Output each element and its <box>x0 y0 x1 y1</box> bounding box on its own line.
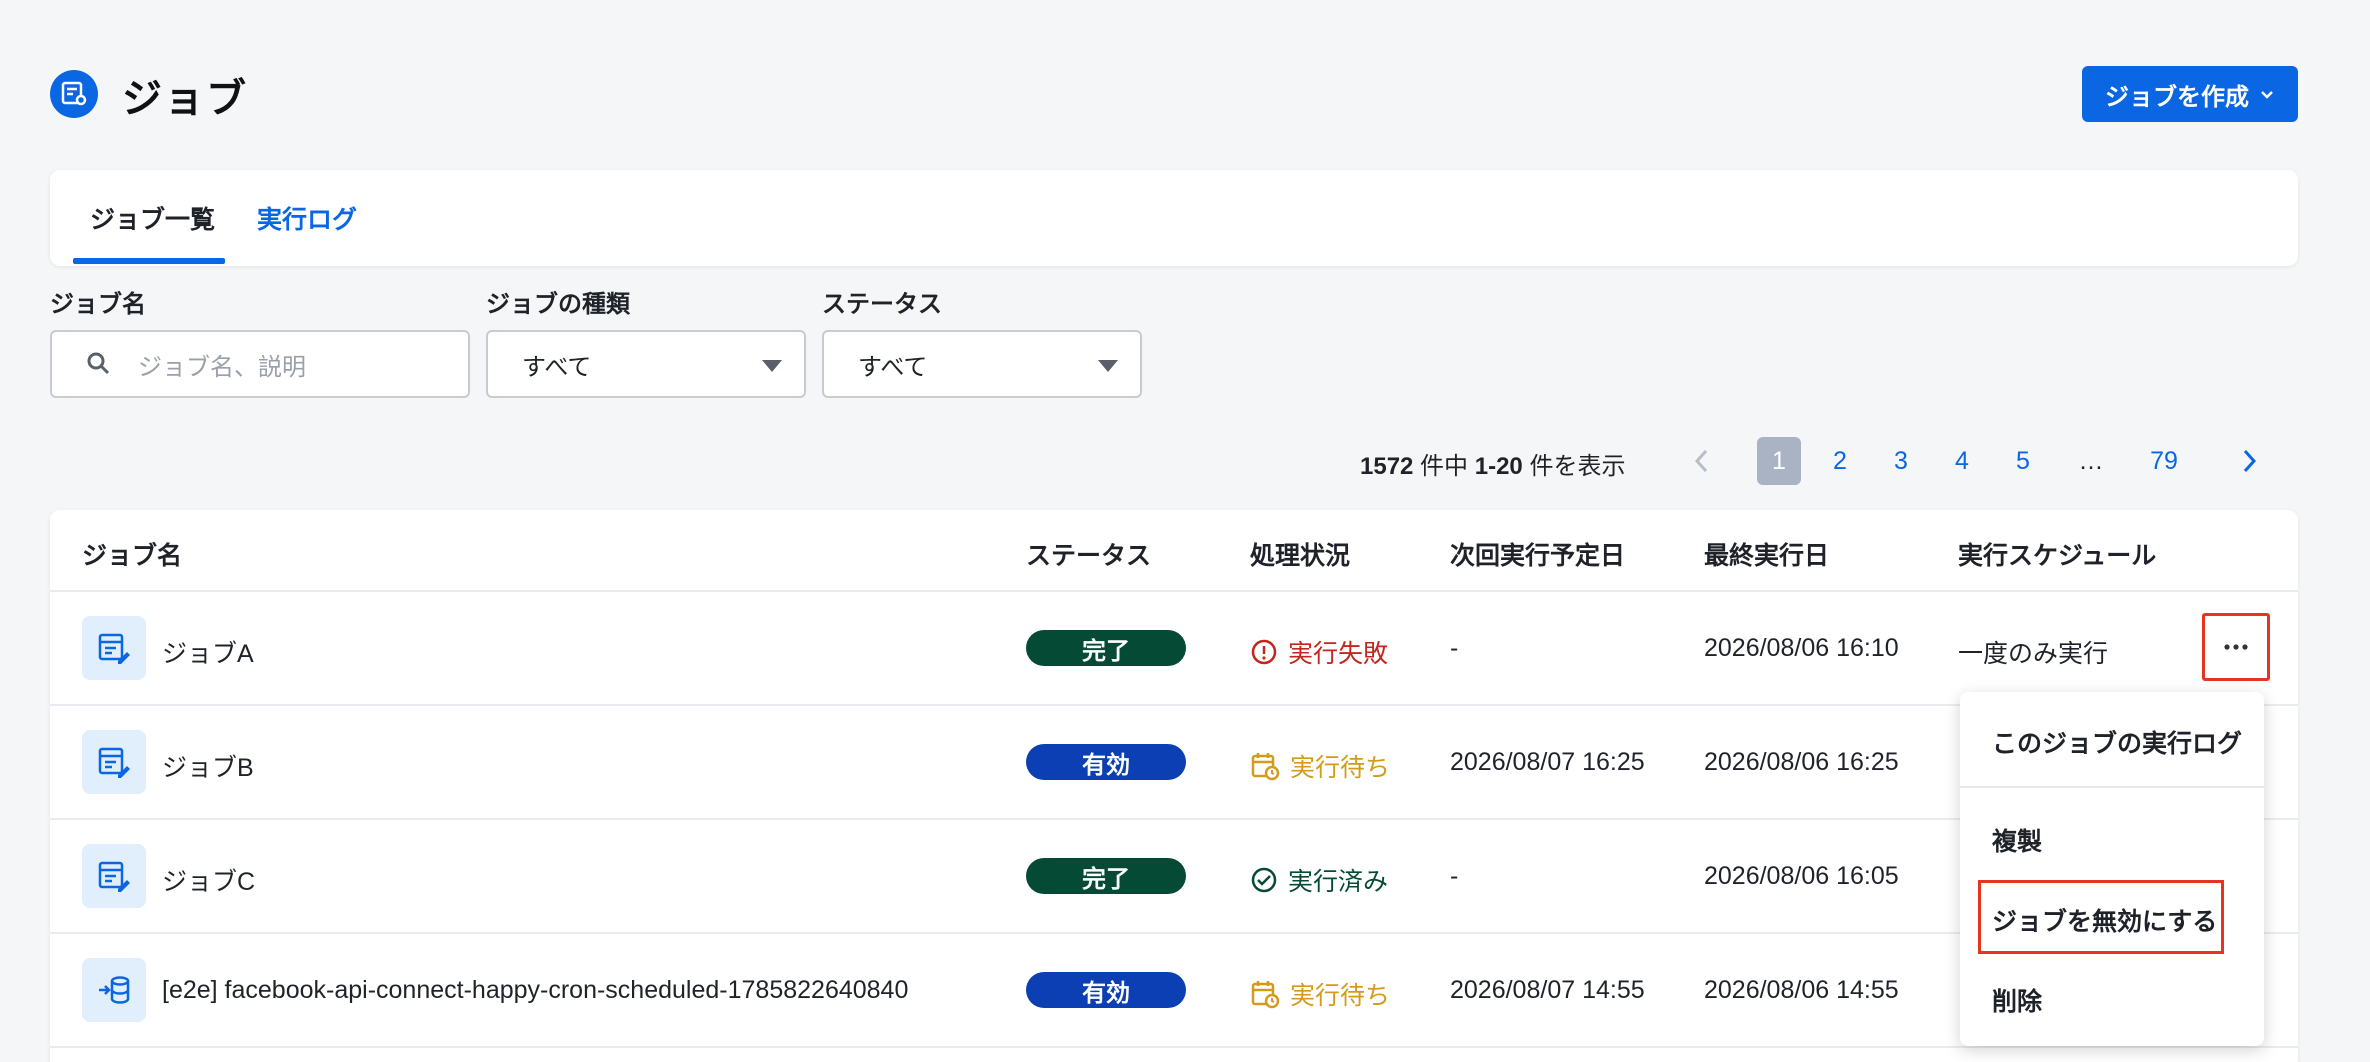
job-type-select[interactable]: すべて <box>486 330 806 398</box>
column-header-last-run: 最終実行日 <box>1704 542 1830 570</box>
tab-job-list[interactable]: ジョブ一覧 <box>90 200 215 236</box>
import-database-icon <box>82 958 146 1022</box>
active-tab-indicator <box>73 258 225 264</box>
result-count: 1572 件中 1-20 件を表示 <box>1360 446 1625 481</box>
page-1[interactable]: 1 <box>1757 437 1801 485</box>
last-run-cell: 2026/08/06 16:10 <box>1704 634 1899 662</box>
job-name-cell[interactable]: ジョブB <box>162 748 254 784</box>
tab-execution-log[interactable]: 実行ログ <box>257 200 357 236</box>
status-badge: 完了 <box>1026 858 1186 894</box>
prev-page-button[interactable] <box>1680 437 1724 485</box>
check-circle-icon <box>1251 867 1277 893</box>
status-value: すべて <box>858 353 928 381</box>
processing-state-label: 実行待ち <box>1290 982 1391 1010</box>
next-run-cell: - <box>1450 862 1459 890</box>
page-3[interactable]: 3 <box>1879 437 1923 485</box>
page-title: ジョブ <box>122 77 248 121</box>
job-name-cell[interactable]: ジョブA <box>162 634 254 670</box>
menu-item-view-execution-log[interactable]: このジョブの実行ログ <box>1992 724 2242 760</box>
create-job-label: ジョブを作成 <box>2105 83 2249 111</box>
menu-item-delete[interactable]: 削除 <box>1992 982 2042 1018</box>
row-actions-menu: このジョブの実行ログ 複製 ジョブを無効にする 削除 <box>1960 692 2264 1046</box>
menu-item-disable-job[interactable]: ジョブを無効にする <box>1992 902 2217 938</box>
last-run-cell: 2026/08/06 16:05 <box>1704 862 1899 890</box>
create-job-button[interactable]: ジョブを作成 <box>2082 66 2298 122</box>
menu-item-duplicate[interactable]: 複製 <box>1992 822 2042 858</box>
status-badge: 完了 <box>1026 630 1186 666</box>
search-placeholder: ジョブ名、説明 <box>138 353 306 381</box>
status-filter-label: ステータス <box>822 291 942 318</box>
total-count: 1572 <box>1360 453 1414 480</box>
table-edit-icon <box>82 616 146 680</box>
processing-state: 実行待ち <box>1250 748 1390 784</box>
page-ellipsis: … <box>2078 446 2104 475</box>
status-badge: 有効 <box>1026 744 1186 780</box>
column-header-status: ステータス <box>1026 542 1152 570</box>
search-icon <box>87 352 110 375</box>
row-divider <box>50 1046 2298 1048</box>
processing-state-label: 実行済み <box>1288 868 1389 896</box>
column-header-schedule: 実行スケジュール <box>1958 542 2157 570</box>
chevron-down-icon <box>2261 91 2273 99</box>
count-text: 件中 <box>1413 453 1475 480</box>
column-header-job-name: ジョブ名 <box>82 542 183 570</box>
tabs-bar: ジョブ一覧 実行ログ <box>50 170 2298 266</box>
job-app-icon <box>50 70 98 118</box>
processing-state-label: 実行待ち <box>1290 754 1391 782</box>
more-horizontal-icon <box>2224 644 2248 650</box>
next-page-button[interactable] <box>2227 437 2271 485</box>
next-run-cell: - <box>1450 634 1459 662</box>
processing-state-label: 実行失敗 <box>1288 640 1389 668</box>
job-name-search-input[interactable]: ジョブ名、説明 <box>50 330 470 398</box>
status-badge: 有効 <box>1026 972 1186 1008</box>
status-select[interactable]: すべて <box>822 330 1142 398</box>
calendar-clock-icon <box>1251 753 1280 781</box>
count-suffix: 件を表示 <box>1522 453 1626 480</box>
next-run-cell: 2026/08/07 16:25 <box>1450 748 1645 776</box>
column-header-processing: 処理状況 <box>1250 542 1351 570</box>
last-run-cell: 2026/08/06 14:55 <box>1704 976 1899 1004</box>
caret-down-icon <box>1098 360 1118 372</box>
page-2[interactable]: 2 <box>1818 437 1862 485</box>
job-type-filter-label: ジョブの種類 <box>486 291 630 318</box>
calendar-clock-icon <box>1251 981 1280 1009</box>
next-run-cell: 2026/08/07 14:55 <box>1450 976 1645 1004</box>
column-header-next-run: 次回実行予定日 <box>1450 542 1626 570</box>
menu-divider <box>1960 786 2264 788</box>
page-79[interactable]: 79 <box>2142 437 2186 485</box>
last-run-cell: 2026/08/06 16:25 <box>1704 748 1899 776</box>
job-name-filter-label: ジョブ名 <box>50 291 146 318</box>
processing-state: 実行済み <box>1250 862 1388 898</box>
range-count: 1-20 <box>1474 453 1523 480</box>
page-5[interactable]: 5 <box>2001 437 2045 485</box>
table-divider <box>50 590 2298 592</box>
chevron-right-icon <box>2243 449 2257 473</box>
job-name-cell[interactable]: ジョブC <box>162 862 255 898</box>
processing-state: 実行失敗 <box>1250 634 1388 670</box>
table-edit-icon <box>82 844 146 908</box>
chevron-left-icon <box>1694 449 1708 473</box>
table-edit-icon <box>82 730 146 794</box>
job-name-cell[interactable]: [e2e] facebook-api-connect-happy-cron-sc… <box>162 976 908 1005</box>
error-icon <box>1251 639 1277 665</box>
schedule-cell: 一度のみ実行 <box>1958 640 2109 668</box>
row-actions-button[interactable] <box>2202 613 2270 681</box>
processing-state: 実行待ち <box>1250 976 1390 1012</box>
job-type-value: すべて <box>522 353 592 381</box>
page-4[interactable]: 4 <box>1940 437 1984 485</box>
caret-down-icon <box>762 360 782 372</box>
